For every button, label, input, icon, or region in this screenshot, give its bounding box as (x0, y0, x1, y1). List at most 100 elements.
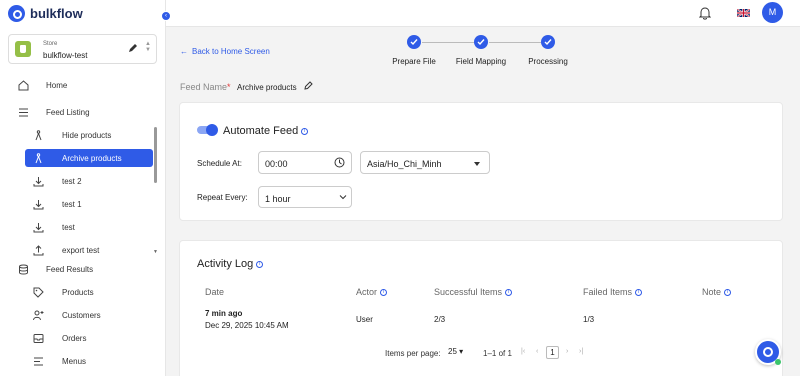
bell-icon[interactable] (699, 6, 711, 20)
upload-icon (33, 245, 44, 256)
sidebar-scrollbar[interactable] (154, 127, 157, 183)
pencil-icon[interactable] (304, 81, 313, 90)
user-avatar[interactable]: M (762, 2, 783, 23)
sidebar-item-label: Menus (62, 357, 87, 366)
repeat-every-label: Repeat Every: (197, 193, 248, 202)
activity-log-title-text: Activity Log (197, 258, 254, 270)
online-status-dot (775, 359, 781, 365)
sidebar-item-archive-products[interactable]: Archive products (25, 149, 153, 167)
column-header-text: Successful Items (434, 287, 503, 297)
sidebar-item-label: test 2 (62, 177, 82, 186)
next-page-icon[interactable]: › (566, 348, 568, 355)
sidebar-collapse-button[interactable]: ‹ (161, 11, 171, 21)
step-3-check-icon (541, 35, 555, 49)
uk-flag-icon[interactable] (737, 9, 750, 17)
info-icon[interactable]: i (380, 289, 388, 297)
sidebar-section-feed-results[interactable]: Feed Results (0, 260, 166, 278)
bulkflow-logo-icon (8, 5, 25, 22)
sidebar-item-label: export test (62, 246, 100, 255)
progress-stepper: Prepare File Field Mapping Processing (390, 35, 580, 70)
column-header-actor: Actor i (356, 287, 388, 297)
sidebar-item-products[interactable]: Products (25, 283, 153, 301)
automate-feed-toggle[interactable] (197, 124, 218, 136)
first-page-icon[interactable]: |‹ (521, 348, 525, 355)
arrow-left-icon: ← (180, 47, 188, 56)
last-page-icon[interactable]: ›| (579, 348, 583, 355)
sidebar-item-label: test (62, 223, 75, 232)
app-logo[interactable]: bulkflow (8, 5, 83, 22)
sidebar-section-label: Feed Results (46, 264, 94, 274)
log-actor: User (356, 315, 373, 324)
sidebar-item-test-2[interactable]: test 2 (25, 172, 153, 190)
schedule-at-label: Schedule At: (197, 159, 242, 168)
menu-lines-icon (33, 356, 44, 367)
pagination-range: 1–1 of 1 (483, 349, 512, 358)
back-to-home-link[interactable]: ← Back to Home Screen (180, 47, 270, 56)
download-icon (33, 176, 44, 187)
prev-page-icon[interactable]: ‹ (536, 348, 538, 355)
back-link-label: Back to Home Screen (192, 47, 270, 56)
clock-icon[interactable] (334, 157, 345, 168)
download-icon (33, 199, 44, 210)
info-icon[interactable]: i (301, 127, 309, 135)
pencil-icon[interactable] (128, 43, 138, 53)
sidebar-item-test-1[interactable]: test 1 (25, 195, 153, 213)
schedule-time-value: 00:00 (265, 159, 288, 169)
sidebar-item-label: Hide products (62, 131, 112, 140)
items-per-page-value: 25 (448, 347, 457, 356)
activity-log-title: Activity Log i (197, 258, 264, 270)
sidebar-item-export-test[interactable]: export test (25, 241, 153, 259)
current-page-button[interactable]: 1 (546, 346, 559, 359)
timezone-value: Asia/Ho_Chi_Minh (367, 159, 442, 169)
sidebar-item-hide-products[interactable]: Hide products (25, 126, 153, 144)
scroll-down-arrow-icon[interactable]: ▼ (153, 249, 158, 255)
inbox-icon (33, 333, 44, 344)
column-header-note: Note i (702, 287, 732, 297)
items-per-page-select[interactable]: 25 ▾ (448, 347, 463, 356)
sidebar-item-label: Home (46, 80, 68, 90)
chevron-updown-icon[interactable]: ▲ ▼ (145, 41, 151, 53)
sidebar-section-feed-listing[interactable]: Feed Listing (0, 103, 166, 121)
step-label-prepare-file: Prepare File (392, 57, 436, 66)
info-icon[interactable]: i (724, 289, 732, 297)
step-1-check-icon (407, 35, 421, 49)
info-icon[interactable]: i (256, 260, 264, 268)
log-relative-time: 7 min ago (205, 309, 243, 318)
feed-name-label: Feed Name* (180, 82, 231, 92)
info-icon[interactable]: i (505, 289, 513, 297)
sidebar-item-label: test 1 (62, 200, 82, 209)
info-icon[interactable]: i (635, 289, 643, 297)
top-bar: M (166, 0, 800, 27)
column-header-text: Actor (356, 287, 378, 297)
column-header-failed-items: Failed Items i (583, 287, 643, 297)
caret-down-icon: ▾ (459, 347, 464, 356)
sidebar-item-label: Customers (62, 311, 101, 320)
sidebar-item-orders[interactable]: Orders (25, 329, 153, 347)
step-label-processing: Processing (528, 57, 568, 66)
home-icon (18, 79, 29, 91)
person-walking-icon (33, 130, 44, 141)
sidebar-item-menus[interactable]: Menus (25, 352, 153, 370)
database-icon (18, 264, 29, 275)
step-label-field-mapping: Field Mapping (455, 57, 507, 66)
feed-name-value: Archive products (237, 83, 297, 92)
tag-icon (33, 287, 44, 298)
sidebar-item-customers[interactable]: Customers (25, 306, 153, 324)
caret-down-icon (474, 162, 480, 166)
schedule-time-input[interactable]: 00:00 (258, 151, 352, 174)
sidebar-item-test[interactable]: test (25, 218, 153, 236)
user-plus-icon (33, 310, 44, 321)
person-walking-icon (33, 153, 44, 164)
download-icon (33, 222, 44, 233)
items-per-page-label: Items per page: (385, 349, 441, 358)
sidebar-item-label: Archive products (62, 154, 122, 163)
sidebar-item-home[interactable]: Home (0, 76, 166, 94)
store-selector[interactable]: Store bulkflow-test ▲ ▼ (8, 34, 157, 64)
column-header-text: Note (702, 287, 722, 297)
store-label: Store (43, 41, 58, 47)
log-successful-items: 2/3 (434, 315, 446, 324)
automate-feed-card: Automate Feed i Schedule At: 00:00 Asia/H… (179, 102, 783, 221)
list-icon (18, 107, 29, 118)
repeat-every-select[interactable]: 1 hour (258, 186, 352, 208)
timezone-select[interactable]: Asia/Ho_Chi_Minh (360, 151, 490, 174)
